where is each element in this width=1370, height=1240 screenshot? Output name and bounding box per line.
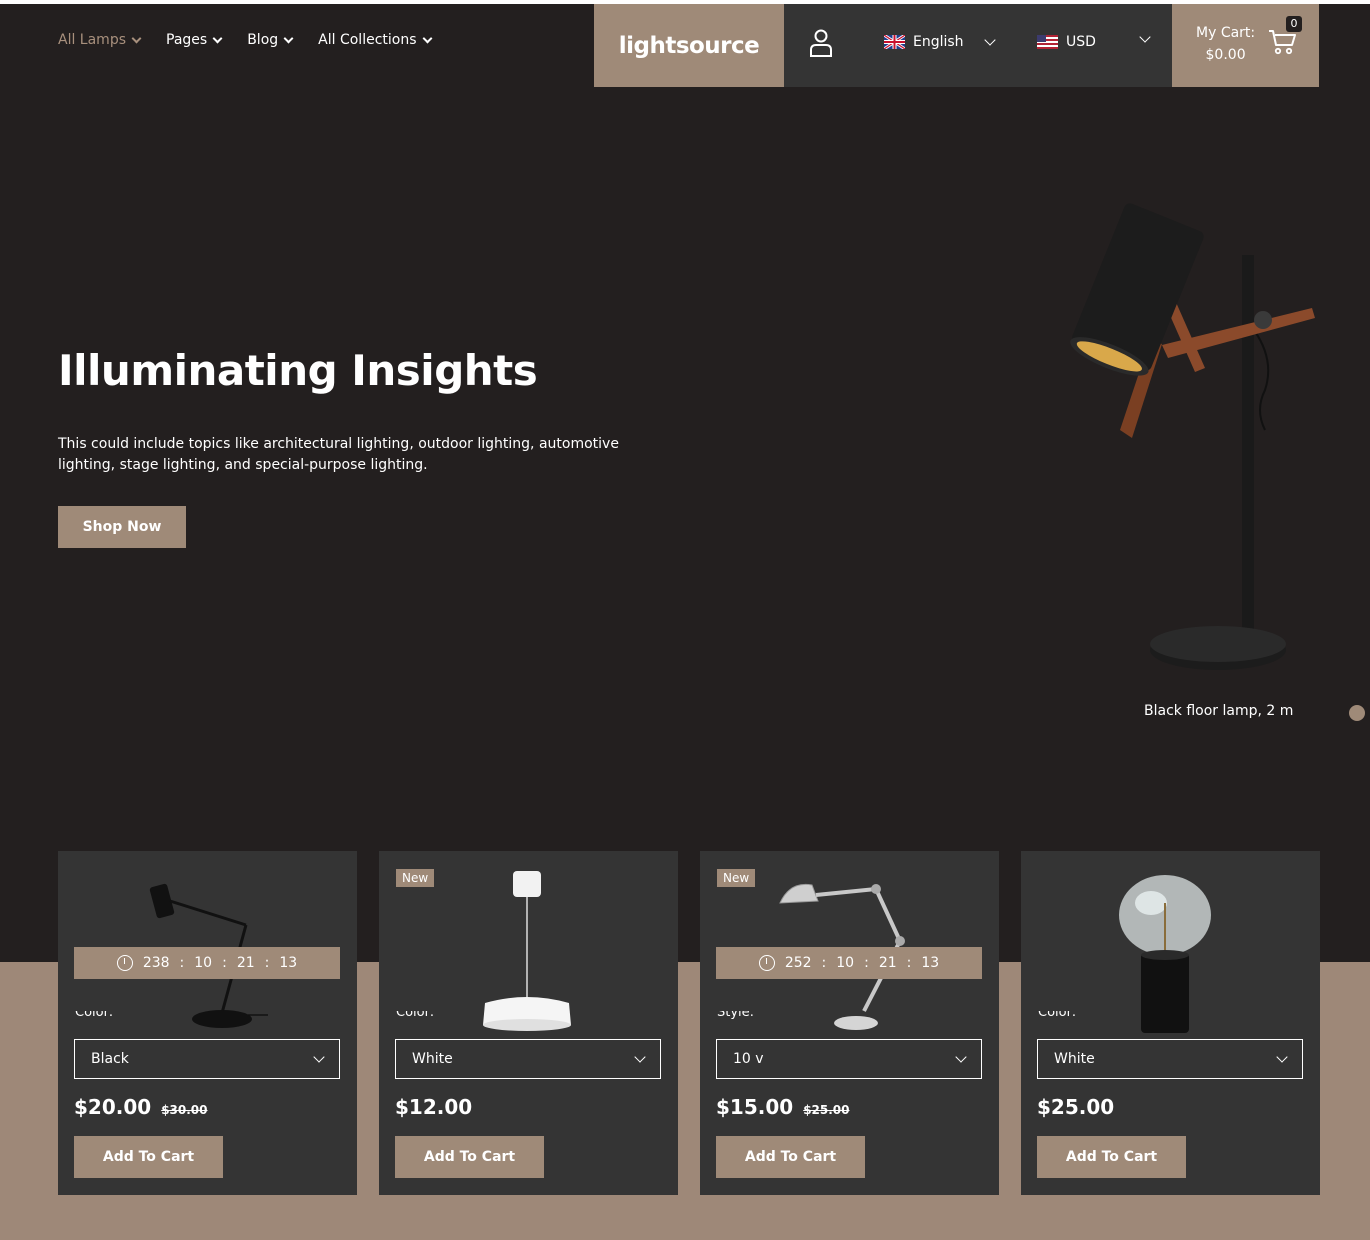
chevron-down-icon <box>313 1051 325 1063</box>
price-old: $30.00 <box>161 1103 208 1117</box>
price-current: $25.00 <box>1037 1095 1115 1119</box>
select-value: Black <box>91 1051 129 1067</box>
nav-label: Blog <box>247 32 279 48</box>
nav-label: Pages <box>166 32 208 48</box>
product-card: New 252: 10: 21: 13 Style: 10 v $15.00 $… <box>700 851 999 1195</box>
language-selector[interactable]: English <box>884 34 996 50</box>
nav-item-all-lamps[interactable]: All Lamps <box>58 32 142 48</box>
bulb-table-lamp-image <box>1119 875 1211 1033</box>
cart-count-badge: 0 <box>1286 16 1302 32</box>
cart-button[interactable]: My Cart: $0.00 0 <box>1172 4 1319 87</box>
chevron-down-icon <box>983 34 996 46</box>
logo-text: lightsource <box>618 32 760 59</box>
price-current: $12.00 <box>395 1095 473 1119</box>
hero-description: This could include topics like architect… <box>58 436 619 473</box>
style-select[interactable]: 10 v <box>716 1039 982 1079</box>
chevron-down-icon <box>422 33 432 43</box>
site-logo[interactable]: lightsource <box>594 4 784 87</box>
timer-hours: 10 <box>194 955 213 971</box>
option-label: Color: <box>75 1011 114 1020</box>
cart-total: $0.00 <box>1205 47 1246 63</box>
price-row: $15.00 $25.00 <box>716 1095 850 1119</box>
main-nav: All Lamps Pages Blog All Collections <box>58 32 432 48</box>
chevron-down-icon <box>955 1051 967 1063</box>
cart-label: My Cart: <box>1196 25 1256 41</box>
chevron-down-icon <box>131 33 142 43</box>
add-to-cart-button[interactable]: Add To Cart <box>395 1136 544 1178</box>
add-to-cart-button[interactable]: Add To Cart <box>74 1136 223 1178</box>
timer-minutes: 21 <box>236 955 255 971</box>
timer-minutes: 21 <box>878 955 897 971</box>
select-value: White <box>1054 1051 1095 1067</box>
product-card: New Color: White $12.00 Add To Cart <box>379 851 678 1195</box>
product-card: Color: White $25.00 Add To Cart <box>1021 851 1320 1195</box>
nav-item-pages[interactable]: Pages <box>166 32 223 48</box>
pendant-lamp-white-image <box>483 871 571 1031</box>
shopping-cart-icon <box>1269 30 1296 55</box>
chevron-down-icon <box>283 33 294 43</box>
timer-seconds: 13 <box>279 955 298 971</box>
nav-label: All Collections <box>318 32 417 48</box>
uk-flag-icon <box>884 35 905 49</box>
option-label: Style: <box>717 1011 755 1020</box>
currency-label: USD <box>1066 34 1096 50</box>
timer-days: 252 <box>784 955 812 971</box>
countdown-timer: 252: 10: 21: 13 <box>716 947 982 979</box>
price-row: $12.00 <box>395 1095 472 1119</box>
clock-icon <box>116 955 133 971</box>
currency-selector[interactable]: USD <box>1037 34 1096 50</box>
select-value: 10 v <box>733 1051 764 1067</box>
shop-now-button[interactable]: Shop Now <box>58 506 186 548</box>
cart-summary: My Cart: $0.00 <box>1196 22 1255 66</box>
floor-lamp-image <box>1070 203 1315 670</box>
color-select[interactable]: White <box>395 1039 661 1079</box>
option-label: Color: <box>1038 1011 1077 1020</box>
language-label: English <box>913 34 964 50</box>
price-row: $20.00 $30.00 <box>74 1095 208 1119</box>
clock-icon <box>758 955 775 971</box>
add-to-cart-button[interactable]: Add To Cart <box>1037 1136 1186 1178</box>
new-badge: New <box>717 869 756 887</box>
timer-days: 238 <box>142 955 170 971</box>
nav-item-all-collections[interactable]: All Collections <box>318 32 432 48</box>
nav-item-blog[interactable]: Blog <box>247 32 294 48</box>
add-to-cart-button[interactable]: Add To Cart <box>716 1136 865 1178</box>
chevron-down-icon <box>1276 1051 1288 1063</box>
timer-hours: 10 <box>836 955 855 971</box>
price-row: $25.00 <box>1037 1095 1114 1119</box>
chevron-down-icon <box>634 1051 646 1063</box>
price-current: $15.00 <box>716 1095 794 1119</box>
color-select[interactable]: White <box>1037 1039 1303 1079</box>
slider-dot[interactable] <box>1349 705 1365 721</box>
hero-product-caption: Black floor lamp, 2 m <box>1144 703 1294 719</box>
countdown-timer: 238: 10: 21: 13 <box>74 947 340 979</box>
timer-seconds: 13 <box>921 955 940 971</box>
price-old: $25.00 <box>803 1103 850 1117</box>
chevron-down-icon <box>212 33 223 43</box>
select-value: White <box>412 1051 453 1067</box>
product-card: 238: 10: 21: 13 Color: Black $20.00 $30.… <box>58 851 357 1195</box>
hero-title: Illuminating Insights <box>58 346 538 395</box>
us-flag-icon <box>1037 35 1058 49</box>
price-current: $20.00 <box>74 1095 152 1119</box>
color-select[interactable]: Black <box>74 1039 340 1079</box>
nav-label: All Lamps <box>58 32 127 48</box>
new-badge: New <box>396 869 435 887</box>
option-label: Color: <box>396 1011 435 1020</box>
user-account-icon[interactable] <box>808 28 834 58</box>
